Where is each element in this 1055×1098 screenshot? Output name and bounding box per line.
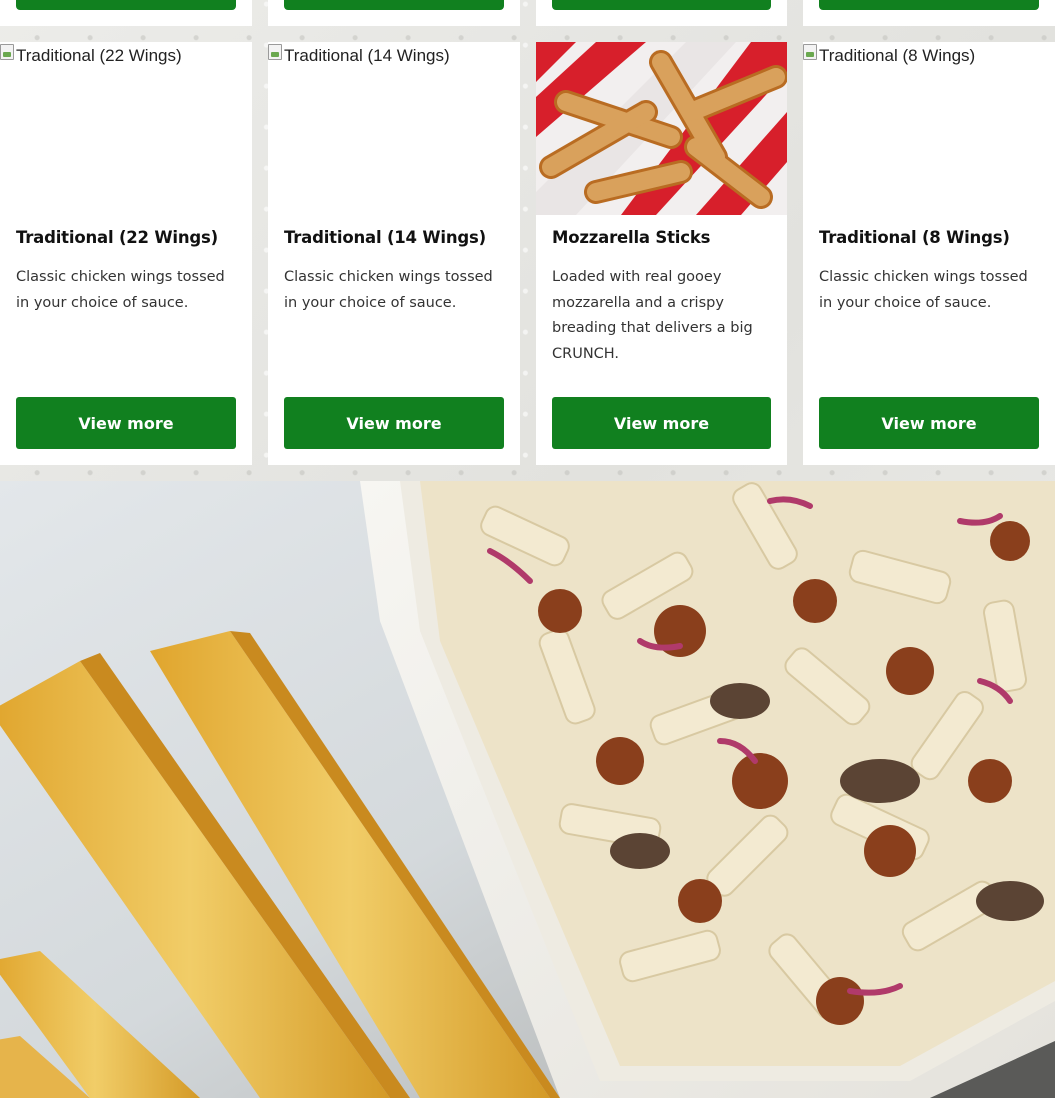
mozzarella-sticks-photo — [536, 42, 787, 215]
broken-image-placeholder: Traditional (22 Wings) — [0, 44, 182, 66]
pasta-breadsticks-hero-image — [0, 481, 1055, 1098]
broken-image-placeholder: Traditional (8 Wings) — [803, 44, 976, 66]
product-title: Mozzarella Sticks — [552, 228, 711, 247]
image-alt-text: Traditional (22 Wings) — [16, 46, 182, 65]
product-description: Classic chicken wings tossed in your cho… — [284, 269, 493, 311]
previous-card — [803, 0, 1055, 26]
product-card: Traditional (22 Wings) Traditional (22 W… — [0, 42, 252, 465]
product-description: Classic chicken wings tossed in your cho… — [16, 269, 225, 311]
product-title: Traditional (14 Wings) — [284, 228, 486, 247]
view-more-button[interactable]: View more — [552, 397, 771, 449]
product-title: Traditional (22 Wings) — [16, 228, 218, 247]
previous-view-more-button[interactable] — [552, 0, 771, 10]
previous-card — [268, 0, 520, 26]
product-card: Mozzarella Sticks Loaded with real gooey… — [536, 42, 787, 465]
product-card: Traditional (14 Wings) Traditional (14 W… — [268, 42, 520, 465]
product-image[interactable]: Traditional (22 Wings) — [0, 42, 252, 215]
product-card: Traditional (8 Wings) Traditional (8 Win… — [803, 42, 1055, 465]
previous-card-row — [0, 0, 1055, 26]
image-alt-text: Traditional (14 Wings) — [284, 46, 450, 65]
broken-image-icon — [268, 44, 282, 60]
image-alt-text: Traditional (8 Wings) — [819, 46, 976, 65]
view-more-button[interactable]: View more — [284, 397, 504, 449]
previous-card — [536, 0, 787, 26]
previous-view-more-button[interactable] — [16, 0, 236, 10]
product-image[interactable] — [536, 42, 787, 215]
view-more-button[interactable]: View more — [16, 397, 236, 449]
product-image[interactable]: Traditional (14 Wings) — [268, 42, 520, 215]
previous-card — [0, 0, 252, 26]
previous-view-more-button[interactable] — [284, 0, 504, 10]
product-image[interactable]: Traditional (8 Wings) — [803, 42, 1055, 215]
previous-view-more-button[interactable] — [819, 0, 1039, 10]
product-description: Loaded with real gooey mozzarella and a … — [552, 269, 753, 362]
product-title: Traditional (8 Wings) — [819, 228, 1010, 247]
broken-image-icon — [803, 44, 817, 60]
product-card-row: Traditional (22 Wings) Traditional (22 W… — [0, 42, 1055, 465]
view-more-button[interactable]: View more — [819, 397, 1039, 449]
menu-page: Traditional (22 Wings) Traditional (22 W… — [0, 0, 1055, 1098]
broken-image-placeholder: Traditional (14 Wings) — [268, 44, 450, 66]
broken-image-icon — [0, 44, 14, 60]
product-description: Classic chicken wings tossed in your cho… — [819, 269, 1028, 311]
